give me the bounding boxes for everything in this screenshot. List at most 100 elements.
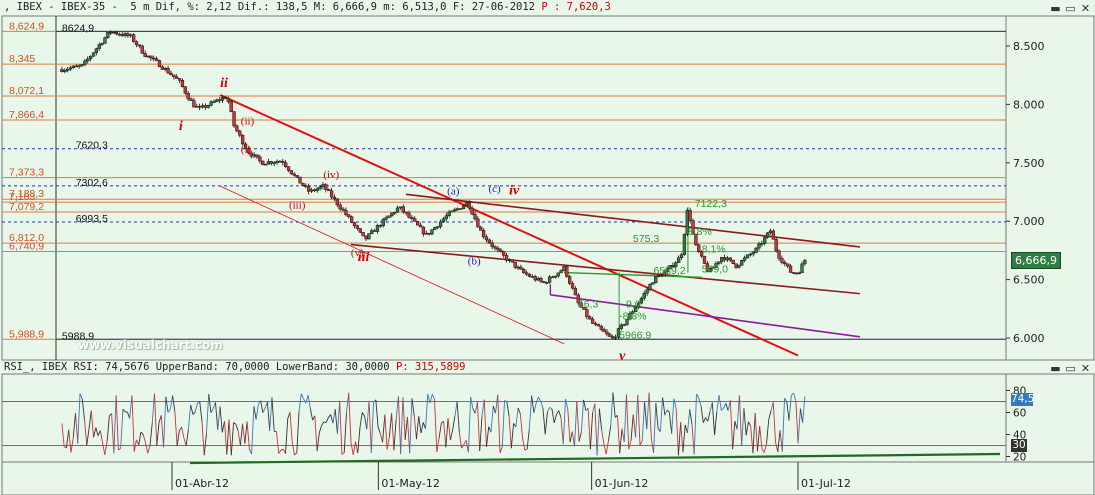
restore-button[interactable]: ▭ — [1065, 3, 1076, 14]
rsi-close-button[interactable]: ✕ — [1080, 363, 1091, 374]
candle-body — [306, 185, 311, 192]
price-tick-label: 7.500 — [1013, 157, 1045, 170]
candle-body — [223, 97, 228, 99]
candle-body — [212, 101, 216, 103]
candle-body — [63, 69, 67, 72]
candle-body — [146, 55, 150, 58]
candle-body — [324, 184, 328, 190]
price-header: , IBEX - IBEX-35 - 5 m Dif, %: 2,12 Dif.… — [4, 1, 611, 13]
candle-body — [493, 246, 497, 249]
candle-body — [774, 239, 778, 252]
candle-body — [215, 99, 219, 102]
candle-body — [754, 247, 758, 253]
price-tick-label: 7.000 — [1013, 215, 1045, 228]
rsi-minimize-button[interactable]: ▬ — [1050, 363, 1061, 374]
minimize-button[interactable]: ▬ — [1050, 3, 1061, 14]
rsi-current-tag: 74,57 — [1011, 393, 1042, 406]
candle-body — [335, 198, 339, 206]
candle-body — [272, 162, 276, 164]
candle-body — [593, 323, 598, 325]
fib-level-label: 7,866,4 — [9, 109, 44, 121]
candle-body — [134, 41, 139, 46]
candle-body — [189, 98, 193, 101]
candle-body — [433, 227, 437, 230]
price-annotation: 5966,9 — [619, 330, 651, 342]
price-annotation: -8,8% — [619, 310, 646, 322]
candle-body — [720, 257, 724, 263]
candle-body — [740, 260, 744, 266]
candle-body — [120, 34, 124, 36]
candle-body — [131, 34, 136, 42]
candle-body — [539, 278, 543, 282]
candle-body — [370, 230, 374, 234]
rsi-restore-button[interactable]: ▭ — [1065, 363, 1076, 374]
candle-body — [255, 154, 259, 158]
candle-body — [599, 325, 603, 330]
time-axis-area — [1, 461, 1095, 495]
candle-body — [381, 219, 385, 227]
candle-body — [728, 257, 732, 261]
close-button[interactable]: ✕ — [1080, 3, 1091, 14]
candle-body — [413, 218, 417, 222]
candle-body — [278, 160, 282, 163]
candle-body — [298, 176, 302, 184]
price-pane — [1, 15, 1007, 361]
candle-body — [97, 44, 101, 49]
candle-body — [332, 196, 337, 200]
candle-body — [605, 331, 609, 335]
candle-body — [329, 190, 334, 198]
wave-label: iv — [509, 183, 520, 198]
candle-body — [441, 218, 446, 223]
candle-body — [143, 53, 147, 57]
price-annotation: 6589,2 — [654, 265, 686, 277]
candle-body — [645, 289, 649, 294]
candle-body — [309, 189, 314, 192]
wave-label: iii — [358, 250, 370, 265]
candle-body — [263, 163, 268, 166]
price-annotation: 8,8% — [688, 226, 712, 238]
candle-body — [547, 276, 552, 283]
candle-body — [175, 76, 179, 79]
candle-body — [68, 67, 73, 70]
candle-body — [160, 66, 164, 70]
candle-body — [393, 212, 397, 214]
candle-body — [154, 58, 159, 61]
candle-body — [536, 278, 540, 281]
candle-body — [490, 242, 494, 247]
wave-label: i — [179, 119, 183, 134]
rsi-tick-label: 60 — [1013, 408, 1026, 420]
candle-body — [550, 276, 555, 279]
wave-label: (ii) — [241, 115, 255, 127]
chart-canvas: 8,624,98,3458,072,17,866,47,373,37,188,3… — [1, 15, 1095, 495]
candle-body — [117, 33, 121, 36]
candle-body — [504, 255, 509, 261]
candle-body — [447, 211, 451, 216]
candle-body — [677, 257, 681, 263]
candle-body — [765, 232, 770, 238]
candle-body — [252, 154, 256, 157]
candle-body — [502, 251, 506, 256]
wave-label: (i) — [241, 143, 252, 155]
candle-body — [559, 270, 563, 274]
candle-body — [384, 217, 388, 220]
candle-body — [66, 68, 70, 71]
candle-body — [129, 34, 133, 37]
fib-level-label: 7,373,3 — [9, 167, 44, 179]
candle-body — [794, 272, 798, 275]
price-tick-label: 8.000 — [1013, 98, 1045, 111]
candle-body — [111, 31, 116, 34]
candle-body — [722, 257, 727, 261]
candle-body — [235, 125, 239, 132]
candle-body — [60, 69, 64, 72]
candle-body — [573, 287, 578, 296]
candle-body — [562, 266, 566, 271]
candle-body — [484, 236, 489, 241]
rsi-header-text: RSI_, IBEX RSI: 74,5676 UpperBand: 70,00… — [4, 361, 390, 373]
candle-body — [387, 215, 391, 218]
candle-body — [197, 106, 202, 108]
candle-body — [588, 316, 592, 320]
candle-body — [269, 161, 273, 164]
candle-body — [163, 68, 167, 70]
candle-body — [415, 221, 420, 226]
candle-body — [186, 92, 190, 100]
